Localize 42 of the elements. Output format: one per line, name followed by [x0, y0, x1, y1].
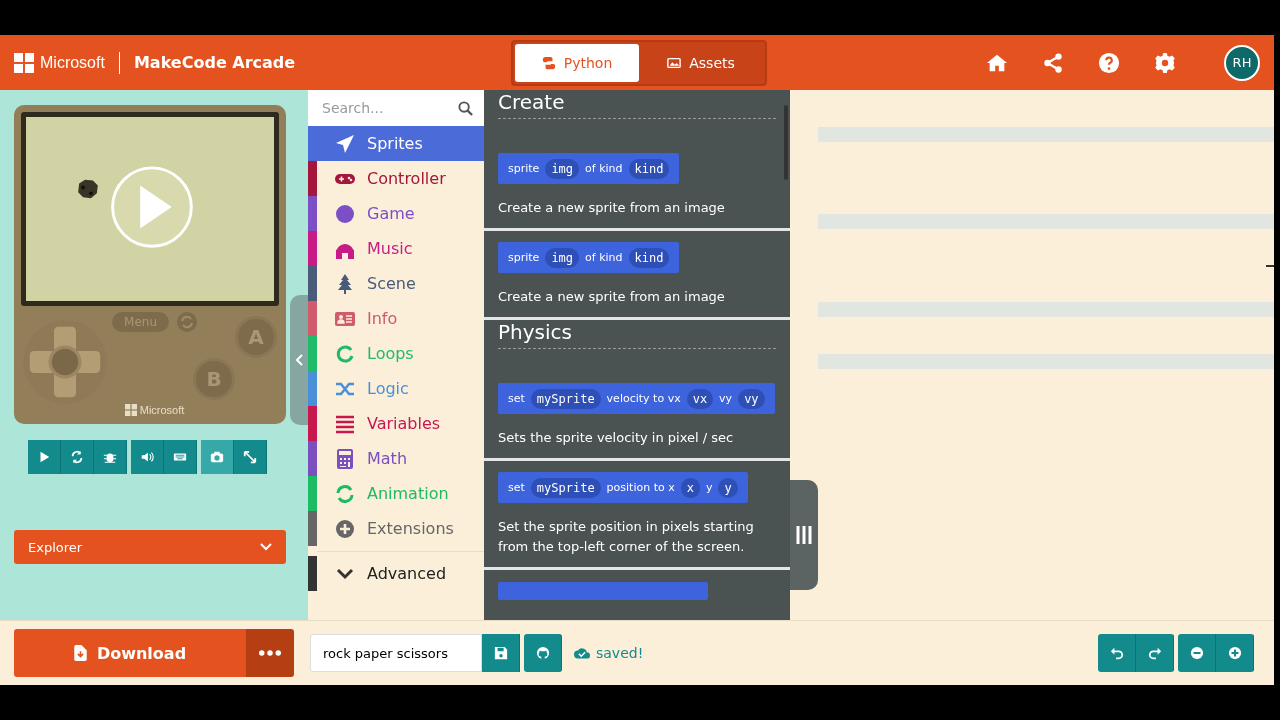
block-description: Set the sprite position in pixels starting from the top-left corner of the screen. [498, 518, 755, 556]
code-block[interactable]: sprite img of kind kind [498, 242, 680, 273]
block-label: velocity to vx [606, 392, 681, 405]
console-brand: Microsoft [139, 404, 185, 416]
block-label: of kind [585, 162, 623, 175]
block-parameter[interactable]: kind [628, 247, 670, 268]
block-parameter[interactable]: img [545, 247, 580, 268]
code-block[interactable]: sprite img of kind kind [498, 153, 680, 184]
app-title[interactable]: MakeCode Arcade [133, 53, 296, 72]
user-avatar[interactable]: RH [1224, 44, 1260, 81]
block-parameter[interactable]: vy [738, 388, 765, 409]
block-parameter[interactable]: x [680, 477, 700, 498]
project-name-field[interactable]: rock paper scissors [310, 634, 482, 672]
search-field[interactable]: Search... [308, 90, 484, 126]
block-label: sprite [508, 251, 540, 264]
block-parameter[interactable]: mySprite [530, 477, 601, 498]
block-parameter[interactable]: vx [686, 388, 714, 409]
block-description: Sets the sprite velocity in pixel / sec [498, 429, 735, 447]
block-parameter[interactable]: kind [628, 158, 670, 179]
block-parameter[interactable]: mySprite [530, 388, 601, 409]
block-parameter[interactable]: img [545, 158, 580, 179]
explorer-dropdown[interactable]: Explorer [14, 530, 286, 564]
block-label: set [508, 481, 525, 494]
editor-tab[interactable]: Python [515, 43, 639, 82]
editor-tab[interactable]: Assets [639, 43, 763, 82]
block-label: position to x [606, 481, 675, 494]
save-status: saved! [596, 645, 644, 661]
block-description: Create a new sprite from an image [498, 199, 726, 217]
download-button[interactable]: Download [14, 629, 246, 677]
brand-name[interactable]: Microsoft [40, 53, 105, 72]
code-block[interactable]: set mySprite velocity to vx vx vy vy [498, 383, 775, 414]
section-heading: Create [498, 90, 776, 119]
block-label: y [705, 481, 713, 494]
block-label: of kind [585, 251, 623, 264]
toolbox-category[interactable]: Sprites [308, 126, 484, 161]
code-block[interactable]: set mySprite position to x x y y [498, 472, 748, 503]
block-label: vy [719, 392, 733, 405]
block-description: Create a new sprite from an image [498, 288, 726, 306]
block-label: set [508, 392, 525, 405]
block-parameter[interactable]: y [718, 477, 738, 498]
section-heading: Physics [498, 320, 776, 349]
block-label: sprite [508, 162, 540, 175]
